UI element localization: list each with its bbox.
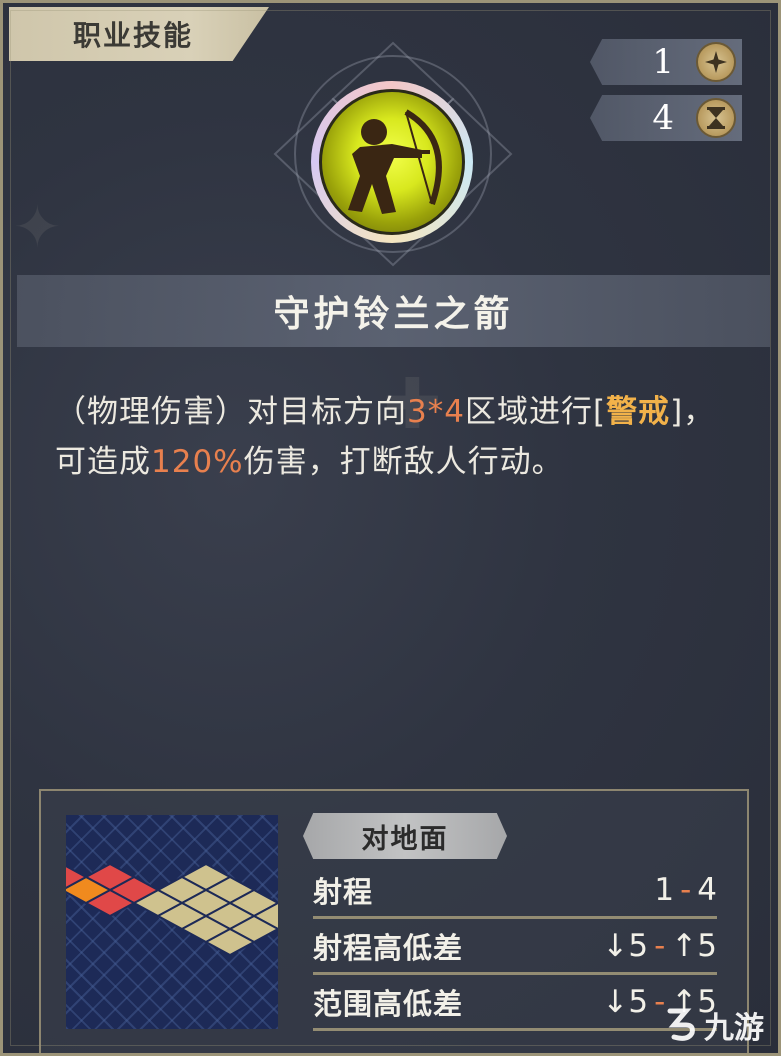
description-text: 伤害，打断敌人行动。 — [243, 444, 564, 480]
cost-value: 1 — [652, 42, 674, 82]
area-height-min: ↓5 — [602, 983, 649, 1020]
range-height-min: ↓5 — [602, 927, 649, 964]
range-height-row: 射程高低差 ↓5 - ↑5 — [313, 919, 717, 975]
range-height-separator: - — [654, 927, 666, 964]
target-type-tag: 对地面 — [303, 813, 507, 859]
category-tab-label: 职业技能 — [73, 19, 194, 52]
range-row: 射程 1 - 4 — [313, 863, 717, 919]
range-max: 4 — [697, 871, 717, 908]
sparkle-icon — [696, 42, 736, 82]
range-separator: - — [680, 871, 692, 908]
cost-pill: 1 — [590, 39, 742, 85]
range-value: 1 - 4 — [654, 872, 717, 908]
cooldown-pill: 4 — [590, 95, 742, 141]
area-height-label: 范围高低差 — [313, 986, 464, 1021]
skill-title-band: 守护铃兰之箭 — [17, 275, 770, 347]
range-height-value: ↓5 - ↑5 — [602, 928, 717, 964]
range-height-label: 射程高低差 — [313, 930, 464, 965]
background-decoration: ✦ — [13, 193, 62, 261]
range-label: 射程 — [313, 874, 374, 909]
area-grid-preview — [35, 815, 305, 1029]
description-area-value: 3*4 — [407, 394, 465, 430]
description-damage-percent: 120% — [151, 444, 244, 480]
watermark-text: 九游 — [704, 1011, 764, 1046]
watermark-logo-icon — [667, 1008, 695, 1041]
skill-description: （物理伤害）对目标方向3*4区域进行[警戒]，可造成120%伤害，打断敌人行动。 — [55, 387, 735, 487]
description-text: 区域进行[ — [464, 394, 607, 430]
target-type-label: 对地面 — [361, 823, 449, 855]
cooldown-value: 4 — [652, 98, 674, 138]
area-height-row: 范围高低差 ↓5 - ↑5 — [313, 975, 717, 1031]
description-text: （物理伤害）对目标方向 — [55, 394, 407, 430]
watermark: 九游 — [664, 1003, 764, 1047]
range-height-max: ↑5 — [671, 927, 717, 964]
skill-name: 守护铃兰之箭 — [273, 294, 514, 335]
category-tab: 职业技能 — [9, 7, 269, 61]
skill-panel: ✦ ✚ 职业技能 1 4 守护铃兰之箭 （物理伤害）对目标方向3*4区域进行[警… — [0, 0, 781, 1056]
range-info-box: 对地面 射程 1 - 4 射程高低差 ↓5 - ↑5 范围高低差 ↓5 - ↑5 — [35, 789, 749, 1053]
archer-skill-icon — [311, 81, 473, 243]
range-min: 1 — [654, 871, 675, 908]
hourglass-icon — [696, 98, 736, 138]
description-keyword[interactable]: 警戒 — [606, 394, 670, 430]
